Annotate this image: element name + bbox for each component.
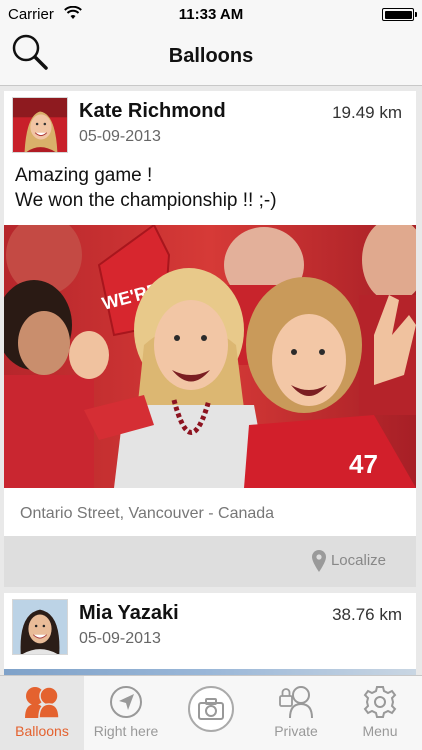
- post-date: 05-09-2013: [79, 128, 161, 145]
- user-name[interactable]: Kate Richmond: [79, 100, 226, 123]
- user-name[interactable]: Mia Yazaki: [79, 602, 179, 625]
- post-date: 05-09-2013: [79, 630, 161, 647]
- distance: 38.76 km: [332, 605, 402, 624]
- tab-private[interactable]: Private: [254, 676, 338, 750]
- balloon-feed[interactable]: Kate Richmond 05-09-2013 19.49 km Amazin…: [0, 87, 422, 675]
- message-line: We won the championship !! ;-): [15, 190, 277, 211]
- navigation-bar: Balloons: [0, 30, 422, 86]
- tab-bar: Balloons Right here Private Menu: [0, 675, 422, 750]
- distance: 19.49 km: [332, 103, 402, 122]
- avatar[interactable]: [12, 599, 68, 655]
- message-line: Amazing game !: [15, 165, 153, 186]
- balloons-icon: [25, 686, 60, 719]
- clock: 11:33 AM: [178, 6, 244, 23]
- gear-icon: [363, 686, 397, 718]
- post-message: Amazing game ! We won the championship !…: [15, 163, 405, 213]
- battery-icon: [382, 8, 417, 21]
- tab-label: Menu: [362, 723, 398, 739]
- avatar[interactable]: [12, 97, 68, 153]
- location-arrow-icon: [110, 686, 142, 718]
- tab-label: Private: [274, 723, 318, 739]
- map-pin-icon[interactable]: [312, 550, 326, 572]
- localize-button[interactable]: Localize: [331, 552, 386, 569]
- tab-right-here[interactable]: Right here: [84, 676, 168, 750]
- camera-button[interactable]: [188, 686, 234, 732]
- tab-camera[interactable]: [168, 676, 254, 750]
- location-label: Ontario Street, Vancouver - Canada: [20, 505, 275, 522]
- post-photo[interactable]: WE'RE 47: [4, 225, 416, 488]
- page-title: Balloons: [168, 45, 254, 67]
- camera-icon: [198, 698, 224, 720]
- post-card[interactable]: Mia Yazaki 05-09-2013 38.76 km: [4, 593, 416, 675]
- post-action-bar: Localize: [4, 536, 416, 587]
- tab-balloons[interactable]: Balloons: [0, 676, 84, 750]
- tab-label: Right here: [93, 723, 159, 739]
- tab-menu[interactable]: Menu: [338, 676, 422, 750]
- tab-label: Balloons: [15, 723, 69, 739]
- status-bar: Carrier 11:33 AM: [0, 0, 422, 30]
- private-users-icon: [279, 686, 313, 719]
- post-card[interactable]: Kate Richmond 05-09-2013 19.49 km Amazin…: [4, 91, 416, 587]
- photo-jersey-number: 47: [349, 449, 378, 479]
